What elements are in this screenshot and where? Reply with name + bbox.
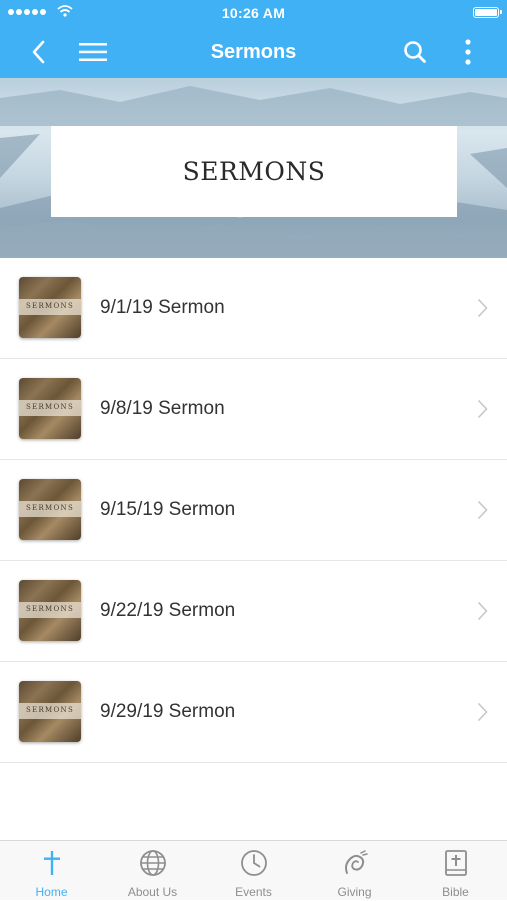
chevron-right-icon — [477, 399, 488, 419]
tab-home[interactable]: Home — [1, 841, 102, 901]
chevron-right-icon — [477, 298, 488, 318]
bottom-tab-bar: Home About Us Events Giving Bible — [0, 840, 507, 900]
sermon-list-item[interactable]: SERMONS 9/15/19 Sermon — [0, 460, 507, 561]
more-options-button[interactable] — [452, 26, 484, 78]
sermon-thumbnail: SERMONS — [19, 681, 81, 742]
sermon-thumbnail: SERMONS — [19, 277, 81, 338]
sermon-thumbnail: SERMONS — [19, 378, 81, 439]
chevron-right-icon — [477, 601, 488, 621]
search-button[interactable] — [398, 26, 432, 78]
sermons-banner: SERMONS — [0, 78, 507, 258]
nav-bar: Sermons — [0, 26, 507, 78]
thumbnail-text: SERMONS — [25, 605, 75, 613]
sermon-title: 9/22/19 Sermon — [100, 600, 236, 621]
status-bar: 10:26 AM — [0, 0, 507, 26]
tab-label: Giving — [337, 885, 372, 899]
thumbnail-text: SERMONS — [25, 504, 75, 512]
tab-label: Home — [35, 885, 68, 899]
thumbnail-text: SERMONS — [25, 706, 75, 714]
tab-about-us[interactable]: About Us — [102, 841, 203, 901]
sermon-title: 9/1/19 Sermon — [100, 297, 225, 318]
thumbnail-text: SERMONS — [25, 302, 75, 310]
sermon-list-item[interactable]: SERMONS 9/8/19 Sermon — [0, 359, 507, 460]
search-icon — [404, 41, 426, 63]
chevron-right-icon — [477, 702, 488, 722]
battery-icon — [473, 7, 502, 18]
tab-label: About Us — [127, 885, 178, 899]
cross-icon — [43, 851, 60, 875]
sermon-title: 9/15/19 Sermon — [100, 499, 236, 520]
vertical-dots-icon — [465, 39, 471, 65]
sermon-list-item[interactable]: SERMONS 9/1/19 Sermon — [0, 258, 507, 359]
tab-label: Events — [235, 885, 272, 899]
thumbnail-text: SERMONS — [25, 403, 75, 411]
clock-icon — [240, 850, 267, 876]
sermon-list-item[interactable]: SERMONS 9/22/19 Sermon — [0, 561, 507, 662]
sermon-list-item[interactable]: SERMONS 9/29/19 Sermon — [0, 662, 507, 763]
tab-bible[interactable]: Bible — [405, 841, 506, 901]
tab-label: Bible — [442, 885, 469, 899]
giving-icon — [344, 850, 368, 874]
sermon-thumbnail: SERMONS — [19, 580, 81, 641]
banner-title-card: SERMONS — [51, 126, 457, 217]
sermon-thumbnail: SERMONS — [19, 479, 81, 540]
banner-title: SERMONS — [182, 157, 326, 186]
status-time: 10:26 AM — [221, 5, 286, 21]
tab-events[interactable]: Events — [203, 841, 304, 901]
chevron-right-icon — [477, 500, 488, 520]
sermon-title: 9/8/19 Sermon — [100, 398, 225, 419]
sermon-list: SERMONS 9/1/19 Sermon SERMONS 9/8/19 Ser… — [0, 258, 507, 763]
tab-giving[interactable]: Giving — [304, 841, 405, 901]
bible-icon — [444, 850, 467, 876]
sermon-title: 9/29/19 Sermon — [100, 701, 236, 722]
globe-icon — [139, 850, 166, 876]
